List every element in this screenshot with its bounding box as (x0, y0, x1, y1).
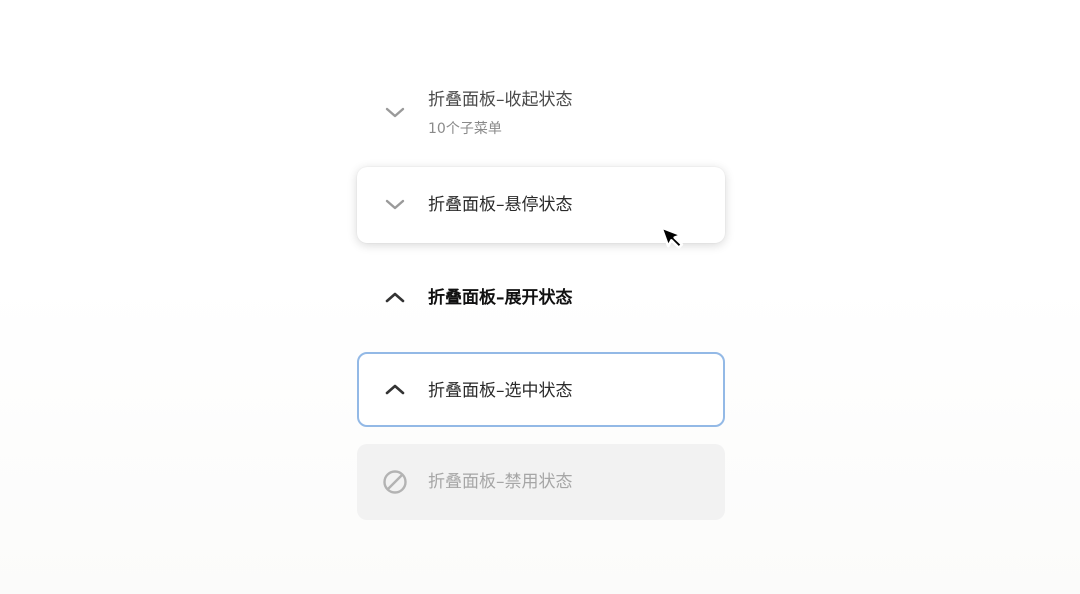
accordion-panel-disabled: 折叠面板–禁用状态 (357, 444, 725, 520)
panel-title: 折叠面板–选中状态 (428, 381, 573, 401)
panel-title: 折叠面板–悬停状态 (428, 195, 573, 215)
chevron-down-icon (381, 99, 409, 127)
panel-title: 折叠面板–禁用状态 (428, 472, 573, 492)
accordion-panel-collapsed[interactable]: 折叠面板–收起状态 10个子菜单 (357, 80, 725, 144)
panel-title: 折叠面板–收起状态 (428, 90, 573, 110)
chevron-up-icon (381, 376, 409, 404)
accordion-panel-selected[interactable]: 折叠面板–选中状态 (357, 352, 725, 427)
accordion-panel-expanded[interactable]: 折叠面板–展开状态 (357, 268, 725, 312)
panel-title: 折叠面板–展开状态 (428, 288, 573, 308)
disabled-icon (381, 468, 409, 496)
mouse-pointer-icon (657, 218, 701, 262)
chevron-down-icon (381, 191, 409, 219)
chevron-up-icon (381, 284, 409, 312)
panel-subtitle: 10个子菜单 (428, 121, 502, 137)
